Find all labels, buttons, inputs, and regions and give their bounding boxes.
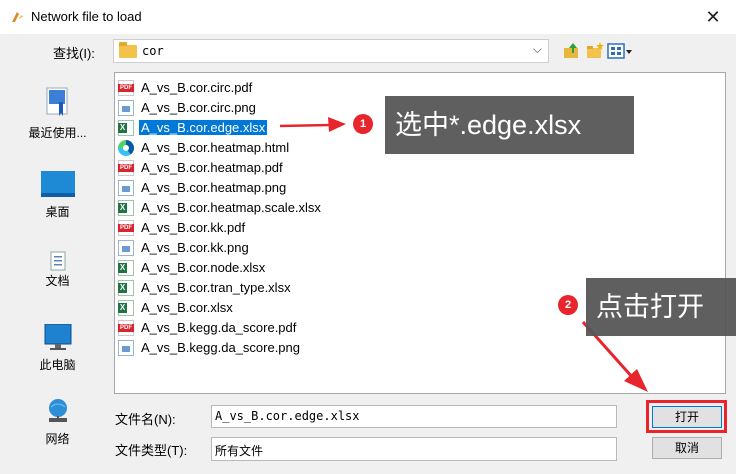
annotation-arrows: [279, 117, 648, 392]
callout-select-edge: 选中*.edge.xlsx: [385, 96, 634, 154]
step-badge-2: 2: [558, 295, 578, 315]
arrow-1-head: [328, 117, 346, 132]
callout-click-open: 点击打开: [586, 278, 736, 336]
step-badge-1: 1: [353, 114, 373, 134]
arrow-1-line: [279, 123, 331, 128]
